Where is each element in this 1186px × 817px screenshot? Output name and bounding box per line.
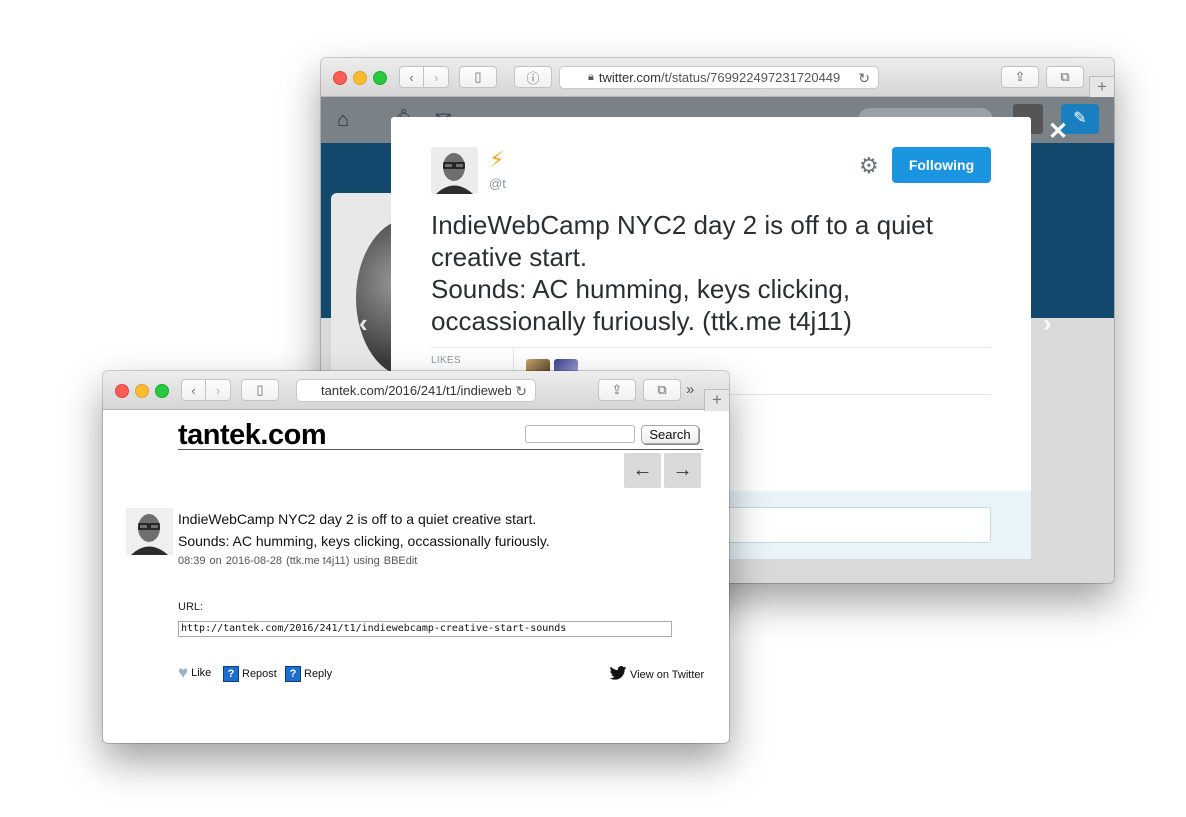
zoom-window-button[interactable]: [155, 384, 169, 398]
note-line: IndieWebCamp NYC2 day 2 is off to a quie…: [178, 511, 537, 527]
close-window-button[interactable]: [333, 71, 347, 85]
previous-post-button[interactable]: ←: [624, 453, 661, 488]
minimize-window-button[interactable]: [353, 71, 367, 85]
search-input[interactable]: [525, 425, 635, 443]
tweet-text-line: IndieWebCamp NYC2 day 2 is off to a quie…: [431, 210, 933, 272]
reply-icon: ?: [285, 666, 301, 682]
note-on: on: [209, 555, 222, 567]
note-client[interactable]: BBEdit: [384, 555, 418, 567]
new-tab-button[interactable]: +: [704, 389, 729, 411]
view-on-twitter-label: View on Twitter: [630, 668, 705, 681]
lock-icon: 🔒︎: [588, 71, 594, 83]
forward-button[interactable]: ›: [424, 66, 449, 88]
permalink-field[interactable]: http://tantek.com/2016/241/t1/indiewebca…: [178, 621, 672, 637]
previous-tweet-arrow-icon[interactable]: ‹: [359, 308, 368, 339]
tweet-text-line: Sounds: AC humming, keys clicking, occas…: [431, 274, 852, 336]
minimize-window-button[interactable]: [135, 384, 149, 398]
forward-button[interactable]: ›: [206, 379, 231, 401]
next-post-button[interactable]: →: [664, 453, 701, 488]
tabs-overview-button[interactable]: ⧉: [1046, 66, 1084, 88]
sidebar-toggle-button[interactable]: ▯: [459, 66, 497, 88]
repost-label: Repost: [242, 668, 277, 680]
share-button[interactable]: ⇪: [1001, 66, 1039, 88]
next-tweet-arrow-icon[interactable]: ›: [1043, 308, 1052, 339]
note-using: using: [353, 555, 380, 567]
header-rule: [178, 449, 703, 450]
gear-icon[interactable]: ⚙: [859, 153, 879, 179]
close-icon[interactable]: ✕: [1048, 117, 1068, 146]
tantek-browser-window: ‹ › ▯ tantek.com/2016/241/t1/indieweb ↻ …: [103, 371, 729, 743]
author-avatar[interactable]: [126, 508, 173, 555]
reply-input[interactable]: [726, 507, 991, 543]
url-path: /t/status/769922497231720449: [660, 70, 841, 85]
url-text: tantek.com/2016/241/t1/indieweb: [321, 383, 511, 398]
site-title[interactable]: tantek.com: [178, 419, 327, 452]
twitter-bird-icon: [609, 666, 627, 683]
following-button[interactable]: Following: [892, 147, 991, 183]
search-button[interactable]: Search: [641, 425, 699, 444]
reply-action[interactable]: ? Reply: [285, 666, 332, 682]
new-tab-button[interactable]: +: [1089, 76, 1114, 98]
note-line: Sounds: AC humming, keys clicking, occas…: [178, 533, 550, 549]
reload-icon[interactable]: ↻: [858, 70, 870, 87]
repost-icon: ?: [223, 666, 239, 682]
reload-icon[interactable]: ↻: [515, 383, 527, 400]
note-time[interactable]: 08:39: [178, 555, 206, 567]
view-on-twitter-link[interactable]: View on Twitter: [609, 666, 704, 683]
toolbar-overflow-icon[interactable]: »: [686, 381, 694, 398]
home-icon[interactable]: ⌂: [337, 109, 349, 132]
note-shortlink[interactable]: (ttk.me t4j11): [286, 555, 349, 567]
url-label: URL:: [178, 601, 204, 613]
url-host: twitter.com: [598, 70, 661, 85]
browser-toolbar: ‹ › ▯ ⓘ 🔒︎ twitter.com/t/status/76992249…: [321, 58, 1114, 98]
sidebar-toggle-button[interactable]: ▯: [241, 379, 279, 401]
tweet-author-handle[interactable]: @t: [489, 176, 506, 191]
like-action[interactable]: ♥ Like: [178, 663, 212, 682]
browser-toolbar: ‹ › ▯ tantek.com/2016/241/t1/indieweb ↻ …: [103, 371, 729, 411]
repost-action[interactable]: ? Repost: [223, 666, 277, 682]
back-button[interactable]: ‹: [399, 66, 424, 88]
note-date[interactable]: 2016-08-28: [226, 555, 282, 567]
address-bar[interactable]: 🔒︎ twitter.com/t/status/7699224972317204…: [559, 66, 879, 89]
note-content: IndieWebCamp NYC2 day 2 is off to a quie…: [178, 508, 550, 552]
close-window-button[interactable]: [115, 384, 129, 398]
address-bar[interactable]: tantek.com/2016/241/t1/indieweb ↻: [296, 379, 536, 402]
lightning-bolt-icon[interactable]: ⚡︎: [489, 147, 504, 173]
like-label: Like: [191, 667, 212, 679]
zoom-window-button[interactable]: [373, 71, 387, 85]
reply-label: Reply: [304, 668, 333, 680]
tweet-text: IndieWebCamp NYC2 day 2 is off to a quie…: [431, 209, 991, 337]
note-meta: 08:39 on 2016-08-28 (ttk.me t4j11) using BBEd…: [178, 555, 417, 567]
tweet-author-avatar[interactable]: [431, 147, 478, 194]
tabs-overview-button[interactable]: ⧉: [643, 379, 681, 401]
share-button[interactable]: ⇪: [598, 379, 636, 401]
back-button[interactable]: ‹: [181, 379, 206, 401]
likes-label: LIKES: [431, 355, 461, 366]
heart-icon: ♥: [178, 663, 189, 682]
divider: [431, 347, 991, 348]
reader-info-button[interactable]: ⓘ: [514, 66, 552, 88]
